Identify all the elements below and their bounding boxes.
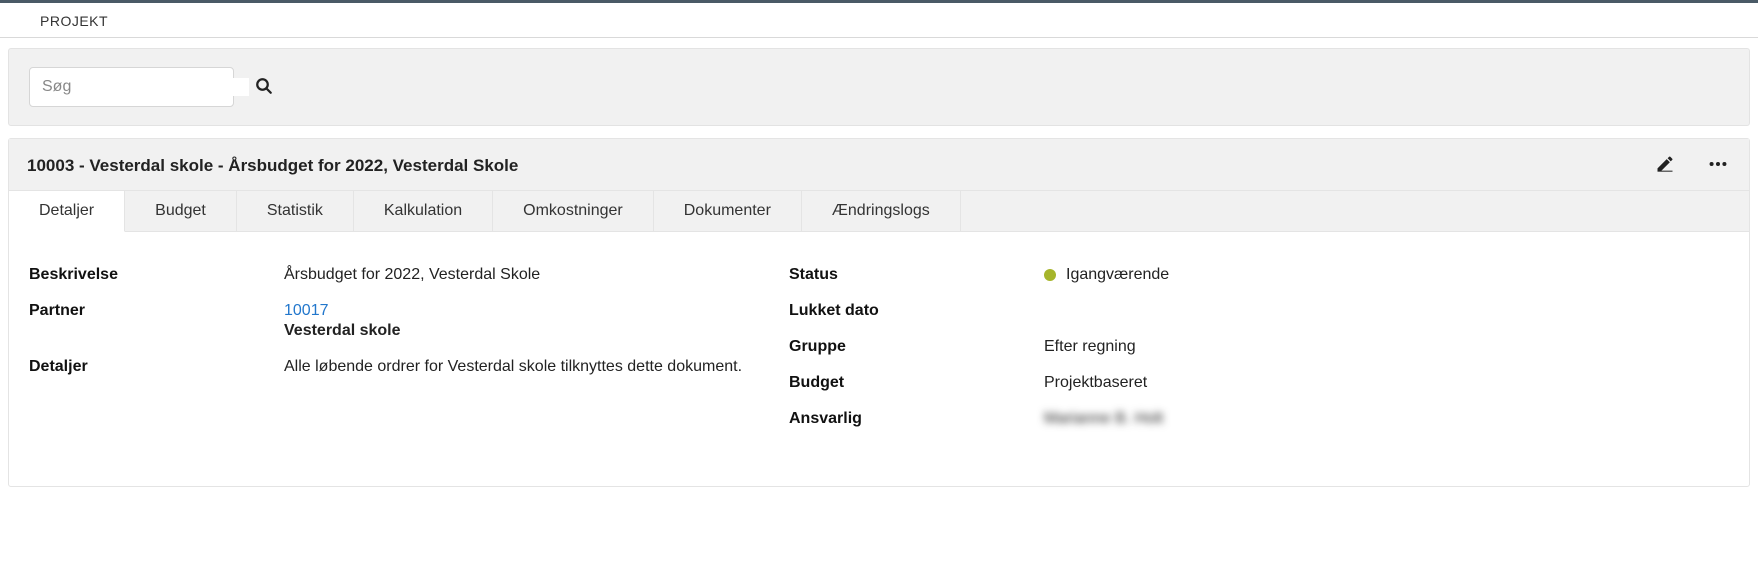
field-value-detaljer: Alle løbende ordrer for Vesterdal skole … (284, 358, 789, 376)
tab-statistik[interactable]: Statistik (237, 191, 354, 231)
search-button[interactable] (249, 73, 275, 102)
field-label-lukket-dato: Lukket dato (789, 302, 1044, 320)
record-title: 10003 - Vesterdal skole - Årsbudget for … (27, 156, 1653, 176)
field-label-beskrivelse: Beskrivelse (29, 266, 284, 284)
record-header: 10003 - Vesterdal skole - Årsbudget for … (9, 139, 1749, 191)
field-label-status: Status (789, 266, 1044, 284)
field-budget: Budget Projektbaseret (789, 374, 1429, 392)
field-value-beskrivelse: Årsbudget for 2022, Vesterdal Skole (284, 266, 789, 284)
status-indicator-icon (1044, 269, 1056, 281)
page-title: PROJEKT (40, 13, 1718, 29)
status-text: Igangværende (1066, 266, 1169, 284)
tab-detaljer[interactable]: Detaljer (9, 191, 125, 232)
tab-omkostninger[interactable]: Omkostninger (493, 191, 654, 231)
details-left-column: Beskrivelse Årsbudget for 2022, Vesterda… (29, 266, 789, 446)
record-panel: 10003 - Vesterdal skole - Årsbudget for … (8, 138, 1750, 487)
details-right-column: Status Igangværende Lukket dato Gruppe E… (789, 266, 1429, 446)
field-lukket-dato: Lukket dato (789, 302, 1429, 320)
field-label-partner: Partner (29, 302, 284, 320)
field-partner: Partner 10017 Vesterdal skole (29, 302, 789, 340)
search-panel (8, 48, 1750, 126)
partner-link[interactable]: 10017 (284, 302, 329, 319)
field-value-partner: 10017 Vesterdal skole (284, 302, 789, 340)
more-horizontal-icon (1707, 163, 1729, 178)
content-area: 10003 - Vesterdal skole - Årsbudget for … (0, 48, 1758, 487)
field-gruppe: Gruppe Efter regning (789, 338, 1429, 356)
header-actions (1653, 151, 1731, 180)
more-actions-button[interactable] (1705, 151, 1731, 180)
top-bar: PROJEKT (0, 0, 1758, 38)
search-input[interactable] (42, 78, 249, 96)
tab-dokumenter[interactable]: Dokumenter (654, 191, 802, 231)
field-detaljer: Detaljer Alle løbende ordrer for Vesterd… (29, 358, 789, 376)
field-label-detaljer: Detaljer (29, 358, 284, 376)
tab-aendringslogs[interactable]: Ændringslogs (802, 191, 961, 231)
search-box (29, 67, 234, 107)
field-beskrivelse: Beskrivelse Årsbudget for 2022, Vesterda… (29, 266, 789, 284)
field-value-status: Igangværende (1044, 266, 1429, 284)
edit-icon (1655, 162, 1675, 177)
field-value-ansvarlig: Marianne B. Holt (1044, 410, 1429, 428)
field-status: Status Igangværende (789, 266, 1429, 284)
field-label-budget: Budget (789, 374, 1044, 392)
search-icon (255, 83, 273, 98)
tab-budget[interactable]: Budget (125, 191, 237, 231)
field-label-ansvarlig: Ansvarlig (789, 410, 1044, 428)
field-value-gruppe: Efter regning (1044, 338, 1429, 356)
field-value-budget: Projektbaseret (1044, 374, 1429, 392)
partner-name: Vesterdal skole (284, 322, 789, 340)
edit-button[interactable] (1653, 152, 1677, 179)
tabs-bar: Detaljer Budget Statistik Kalkulation Om… (9, 191, 1749, 232)
tab-kalkulation[interactable]: Kalkulation (354, 191, 493, 231)
field-label-gruppe: Gruppe (789, 338, 1044, 356)
field-ansvarlig: Ansvarlig Marianne B. Holt (789, 410, 1429, 428)
details-body: Beskrivelse Årsbudget for 2022, Vesterda… (9, 232, 1749, 486)
